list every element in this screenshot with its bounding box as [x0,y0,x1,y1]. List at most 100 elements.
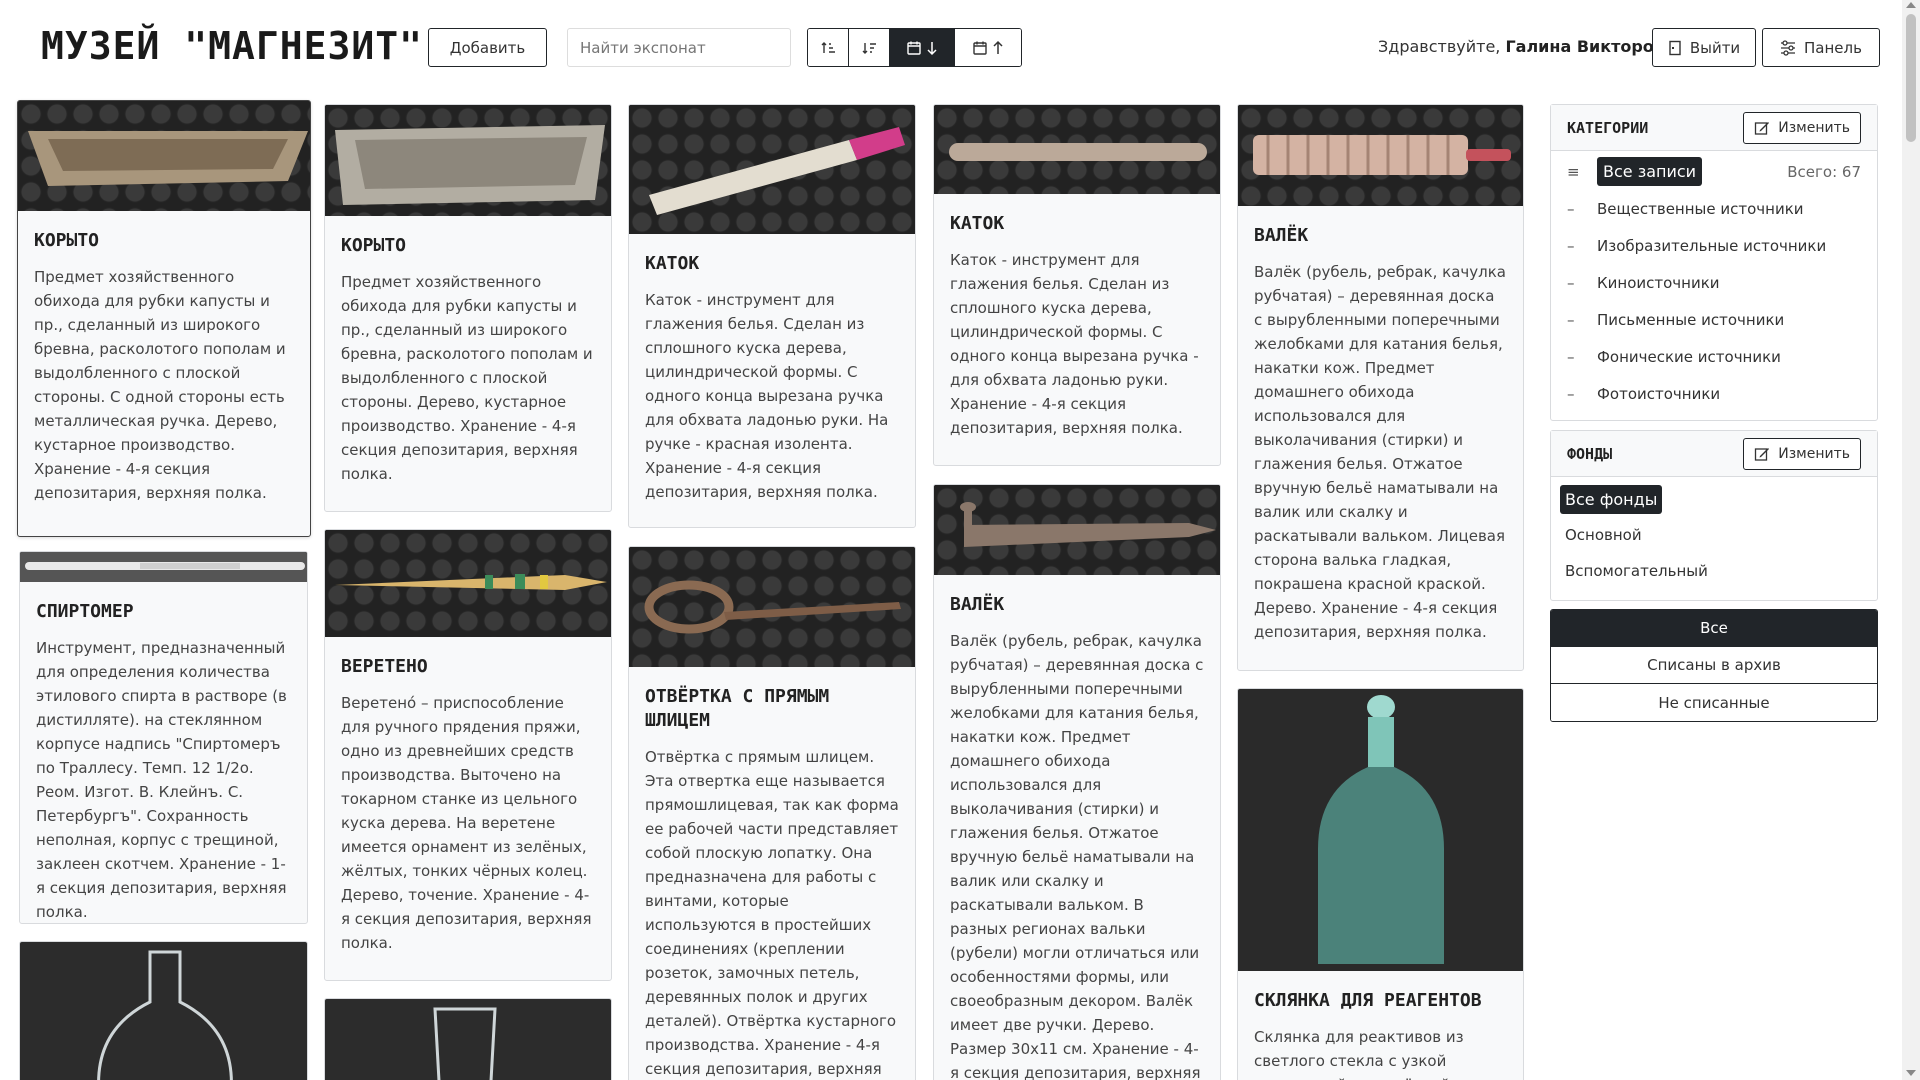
sort-date-asc-button[interactable] [955,29,1021,66]
calendar-icon [973,41,987,55]
exhibit-title: ВАЛЁК [1254,225,1309,246]
dash-icon: – [1567,310,1575,329]
category-label: Фотоисточники [1597,384,1721,403]
add-button-label: Добавить [449,38,526,57]
exhibit-card[interactable]: ОТВЁРТКА С ПРЯМЫМ ШЛИЦЕМ Отвёртка с прям… [628,546,916,1080]
trough-photo [335,125,605,205]
fund-item[interactable]: Вспомогательный [1551,553,1877,589]
flask-photo [97,950,233,1080]
exhibit-title: КАТОК [950,213,1005,234]
exhibit-card[interactable]: СПИРТОМЕР Инструмент, предназначенный дл… [19,551,308,924]
filter-archived[interactable]: Списаны в архив [1551,647,1877,684]
category-item[interactable]: – Письменные источники [1551,301,1877,338]
scrollbar-thumb[interactable] [1906,14,1916,142]
alcoholmeter-photo [20,552,307,582]
category-all-label: Все записи [1597,157,1703,186]
archive-filter-group: Все Списаны в архив Не списанные [1550,609,1878,722]
sort-amount-up-icon [821,41,835,53]
category-item[interactable]: – Изобразительные источники [1551,227,1877,264]
greeting-prefix: Здравствуйте, [1378,37,1501,56]
sort-amount-down-icon [862,42,876,54]
exhibit-title: СПИРТОМЕР [36,601,134,622]
admin-panel-button[interactable]: Панель [1762,28,1880,67]
logout-label: Выйти [1689,38,1741,57]
category-label: Вещественные источники [1597,199,1804,218]
exhibit-title: КОРЫТО [341,235,407,256]
filter-all[interactable]: Все [1551,610,1877,647]
funds-header: ФОНДЫ Изменить [1551,431,1877,477]
edit-funds-button[interactable]: Изменить [1743,437,1861,470]
exhibit-card[interactable]: ВАЛЁК Валёк (рубель, ребрак, качулка руб… [933,484,1221,1080]
exhibit-title: КАТОК [645,253,700,274]
category-item-all[interactable]: ≡ Все записи Всего: 67 [1551,153,1877,190]
roller-photo [649,127,905,215]
site-logo[interactable]: МУЗЕЙ "МАГНЕЗИТ" [41,24,423,68]
exhibit-description: Предмет хозяйственного обихода для рубки… [34,268,286,502]
beaker-photo [433,1007,497,1080]
screwdriver-photo [644,580,901,634]
dash-icon: – [1567,347,1575,366]
arrow-up-icon [993,40,1003,54]
fund-item-all[interactable]: Все фонды [1551,481,1877,517]
exhibit-card[interactable] [19,941,308,1080]
exhibit-description: Склянка для реактивов из светлого стекла… [1254,1028,1464,1080]
scroll-up-icon[interactable] [1906,2,1916,8]
panel-label: Панель [1804,38,1862,57]
exhibit-image [20,552,307,582]
logout-button[interactable]: Выйти [1652,28,1756,67]
sort-asc-button[interactable] [808,29,849,66]
category-item[interactable]: – Вещественные источники [1551,190,1877,227]
dash-icon: – [1567,236,1575,255]
exhibit-card[interactable]: КОРЫТО Предмет хозяйственного обихода дл… [324,104,612,512]
exhibit-card[interactable]: СКЛЯНКА ДЛЯ РЕАГЕНТОВ Склянка для реакти… [1237,688,1524,1080]
sort-date-desc-button[interactable] [890,29,955,66]
search-input[interactable] [567,28,791,67]
dash-icon: – [1567,384,1575,403]
exhibit-image [629,547,915,667]
exhibit-image [1238,689,1523,971]
records-total: Всего: 67 [1787,162,1861,181]
filter-not-archived[interactable]: Не списанные [1551,684,1877,721]
exhibit-card[interactable]: КАТОК Каток - инструмент для глажения бе… [933,104,1221,466]
category-label: Изобразительные источники [1597,236,1827,255]
valek-photo [1253,135,1511,175]
exhibit-image [1238,105,1523,206]
exhibit-description: Отвёртка с прямым шлицем. Эта отвертка е… [645,748,899,1078]
exhibit-image [934,485,1220,575]
exhibit-title: КОРЫТО [34,230,100,251]
category-label: Фонические источники [1597,347,1781,366]
exhibit-image [325,105,611,216]
exhibit-card[interactable]: ВЕРЕТЕНО Веретено́ – приспособление для … [324,529,612,981]
exhibit-description: Валёк (рубель, ребрак, качулка рубчатая)… [1254,263,1506,641]
exhibit-image [325,530,611,637]
exhibit-image [934,105,1220,194]
exhibit-card[interactable]: ВАЛЁК Валёк (рубель, ребрак, качулка руб… [1237,104,1524,671]
edit-icon [1755,121,1770,135]
reagent-bottle-photo [1318,695,1444,964]
exhibit-description: Веретено́ – приспособление для ручного п… [341,694,592,952]
exhibit-title: ОТВЁРТКА С ПРЯМЫМ ШЛИЦЕМ [645,686,830,731]
add-exhibit-button[interactable]: Добавить [428,28,547,67]
category-item[interactable]: – Фонические источники [1551,338,1877,375]
exhibit-title: ВАЛЁК [950,594,1005,615]
edit-categories-button[interactable]: Изменить [1743,111,1861,144]
fund-item[interactable]: Основной [1551,517,1877,553]
valek-photo [960,502,1216,547]
sort-toolbar [807,28,1022,67]
exhibit-card[interactable]: КОРЫТО Предмет хозяйственного обихода дл… [17,100,311,537]
funds-title: ФОНДЫ [1567,444,1613,463]
fund-label: Все фонды [1560,484,1663,514]
exit-icon [1669,40,1681,55]
category-item[interactable]: – Киноисточники [1551,264,1877,301]
exhibit-card[interactable]: КАТОК Каток - инструмент для глажения бе… [628,104,916,528]
categories-panel: КАТЕГОРИИ Изменить ≡ Все записи Всего: 6… [1550,104,1878,421]
spindle-photo [335,574,607,590]
page-scrollbar[interactable] [1902,0,1920,1080]
sort-desc-button[interactable] [849,29,890,66]
scroll-down-icon[interactable] [1906,1070,1916,1076]
category-item[interactable]: – Фотоисточники [1551,375,1877,412]
exhibit-card[interactable] [324,998,612,1080]
calendar-icon [907,41,921,55]
user-greeting: Здравствуйте, Галина Викторовна [1378,37,1686,56]
dash-icon: – [1567,199,1575,218]
